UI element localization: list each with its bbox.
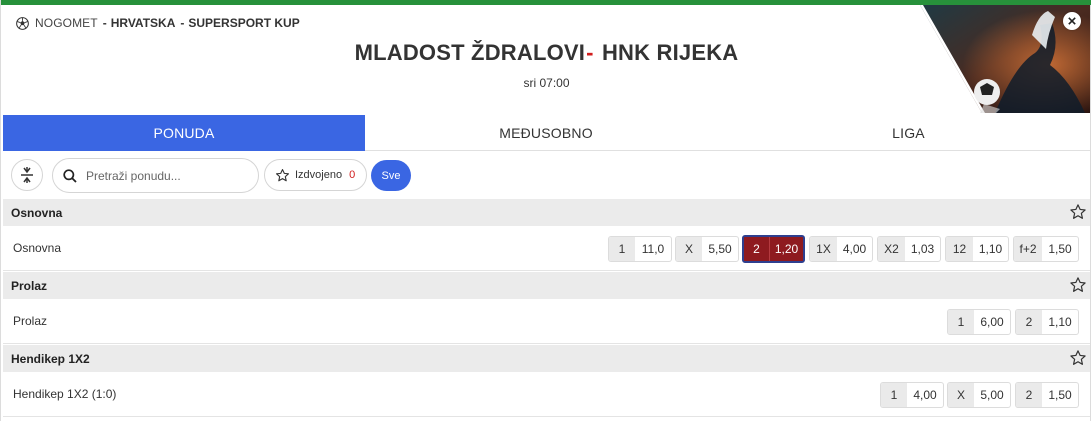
odd-key: 1: [948, 310, 974, 334]
odd-button[interactable]: 2 1,10: [1015, 309, 1079, 335]
market-group-header[interactable]: Hendikep 1X2: [3, 345, 1090, 372]
odd-button[interactable]: 12 1,10: [945, 236, 1009, 262]
odd-button[interactable]: 1 11,0: [608, 236, 672, 262]
odd-button[interactable]: 1X 4,00: [809, 236, 873, 262]
odd-value: 11,0: [641, 242, 665, 256]
market-label: Hendikep 1X2 (1:0): [13, 387, 117, 401]
odd-key: X2: [878, 237, 905, 261]
breadcrumb-competition[interactable]: SUPERSPORT KUP: [188, 16, 299, 30]
odd-value: 1,20: [769, 237, 803, 261]
odd-key: X: [676, 237, 702, 261]
odd-value: 1,50: [1048, 242, 1072, 256]
odd-key: f+2: [1014, 237, 1042, 261]
team-separator: -: [586, 40, 594, 65]
all-filter-button[interactable]: Sve: [371, 160, 411, 191]
odd-button-selected[interactable]: 2 1,20: [742, 235, 805, 263]
star-icon[interactable]: [1069, 349, 1087, 367]
collapse-icon: [21, 167, 33, 183]
star-icon: [276, 168, 289, 181]
odd-key: 12: [946, 237, 973, 261]
market-group-header[interactable]: Prolaz: [3, 272, 1090, 299]
market-group-title: Prolaz: [11, 278, 48, 293]
market-row: Prolaz 1 6,00 2 1,10: [3, 299, 1090, 344]
market-label: Prolaz: [13, 314, 48, 328]
odd-value: 1,03: [910, 242, 935, 256]
odd-key: 1X: [810, 237, 837, 261]
odd-button[interactable]: 2 1,50: [1015, 382, 1079, 408]
tab-bar: PONUDA MEĐUSOBNO LIGA: [3, 115, 1090, 151]
search-icon: [63, 168, 77, 183]
event-panel: NOGOMET - HRVATSKA - SUPERSPORT KUP MLAD…: [0, 0, 1091, 421]
breadcrumb-country[interactable]: HRVATSKA: [111, 16, 176, 30]
market-label: Osnovna: [13, 241, 62, 255]
odd-value: 4,00: [842, 242, 867, 256]
odd-button[interactable]: X 5,00: [947, 382, 1011, 408]
odd-button[interactable]: 1 4,00: [880, 382, 944, 408]
market-group-header[interactable]: Osnovna: [3, 199, 1090, 226]
odd-key: 1: [881, 383, 907, 407]
favorites-filter-button[interactable]: Izdvojeno 0: [264, 159, 367, 191]
odd-button[interactable]: X 5,50: [675, 236, 739, 262]
tab-medusobno[interactable]: MEĐUSOBNO: [365, 115, 727, 151]
market-row: Osnovna 1 11,0 X 5,50 2 1,20 1X 4,00 X2 …: [3, 226, 1090, 271]
breadcrumb-sport[interactable]: NOGOMET: [35, 16, 98, 30]
market-row: Hendikep 1X2 (1:0) 1 4,00 X 5,00 2 1,50: [3, 372, 1090, 417]
odd-button[interactable]: 1 6,00: [947, 309, 1011, 335]
odd-value: 1,10: [1048, 315, 1072, 329]
star-icon[interactable]: [1069, 276, 1087, 294]
odd-key: 2: [1016, 383, 1042, 407]
star-icon[interactable]: [1069, 203, 1087, 221]
market-group-title: Osnovna: [11, 205, 63, 220]
favorites-label: Izdvojeno: [295, 169, 343, 181]
favorites-count: 0: [349, 169, 356, 181]
close-icon: [1068, 17, 1076, 25]
close-button[interactable]: [1063, 12, 1081, 30]
breadcrumb: NOGOMET - HRVATSKA - SUPERSPORT KUP: [16, 15, 300, 31]
tab-liga[interactable]: LIGA: [727, 115, 1090, 151]
tab-ponuda[interactable]: PONUDA: [3, 115, 365, 151]
breadcrumb-separator: -: [180, 16, 185, 30]
odd-value: 1,50: [1048, 388, 1072, 402]
away-team: HNK RIJEKA: [601, 40, 739, 65]
odd-button[interactable]: f+2 1,50: [1013, 236, 1079, 262]
odd-value: 5,50: [708, 242, 732, 256]
odd-key: 1: [609, 237, 635, 261]
odd-button[interactable]: X2 1,03: [877, 236, 941, 262]
odd-value: 6,00: [980, 315, 1004, 329]
football-icon: [16, 16, 29, 30]
search-box: [52, 158, 259, 193]
collapse-all-button[interactable]: [11, 159, 43, 191]
odd-value: 1,10: [978, 242, 1003, 256]
breadcrumb-separator: -: [102, 16, 107, 30]
filter-bar: Izdvojeno 0 Sve: [1, 151, 1091, 199]
search-input[interactable]: [86, 168, 236, 183]
odd-value: 4,00: [913, 388, 937, 402]
odd-key: 2: [744, 237, 769, 261]
odd-key: X: [948, 383, 974, 407]
home-team: MLADOST ŽDRALOVI: [354, 40, 586, 65]
odd-value: 5,00: [980, 388, 1004, 402]
odd-key: 2: [1016, 310, 1042, 334]
market-group-title: Hendikep 1X2: [11, 351, 90, 366]
